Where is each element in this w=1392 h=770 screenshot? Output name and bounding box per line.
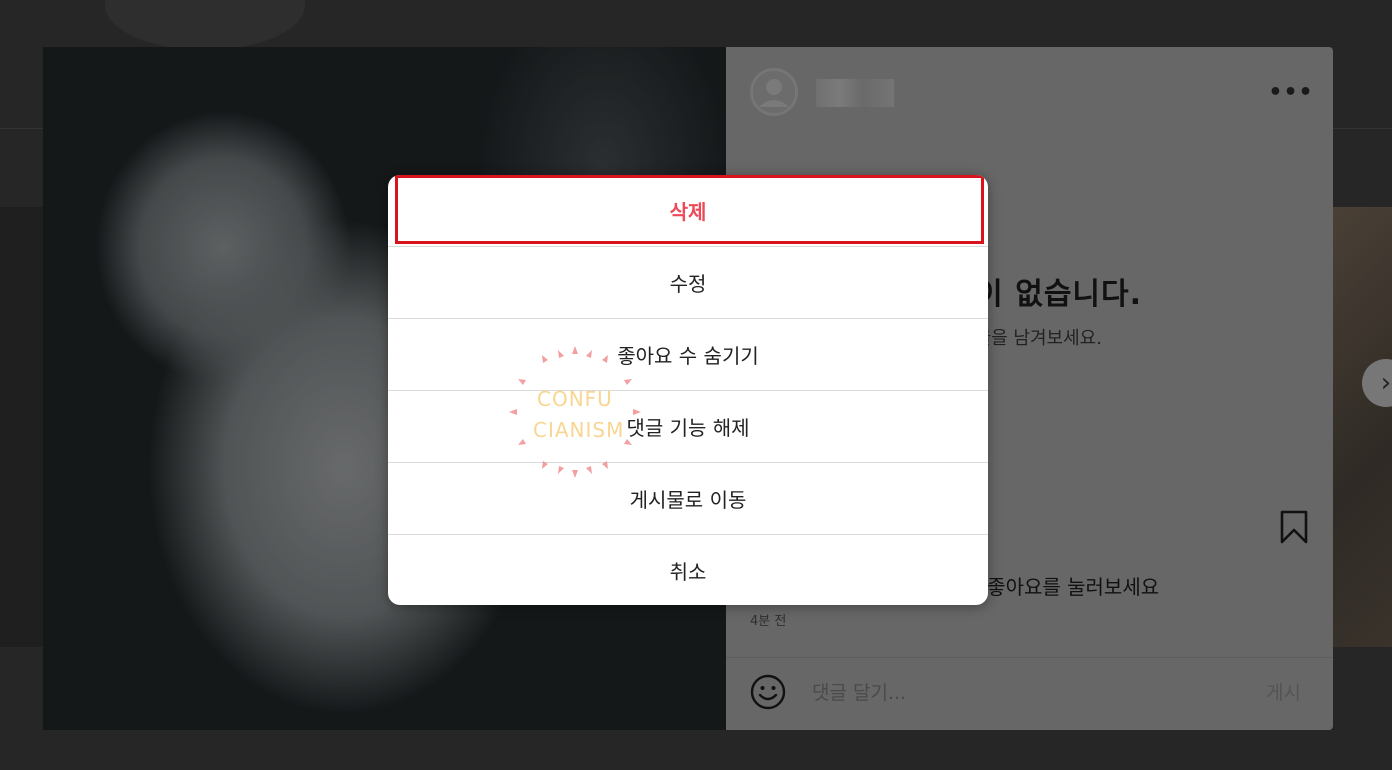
edit-button[interactable]: 수정 [388, 246, 988, 317]
cancel-button[interactable]: 취소 [388, 534, 988, 605]
post-options-dialog: 삭제 수정 좋아요 수 숨기기 댓글 기능 해제 게시물로 이동 취소 [388, 175, 988, 605]
turn-off-comments-button[interactable]: 댓글 기능 해제 [388, 390, 988, 461]
hide-like-count-button[interactable]: 좋아요 수 숨기기 [388, 318, 988, 389]
delete-button[interactable]: 삭제 [388, 175, 988, 246]
go-to-post-button[interactable]: 게시물로 이동 [388, 462, 988, 533]
